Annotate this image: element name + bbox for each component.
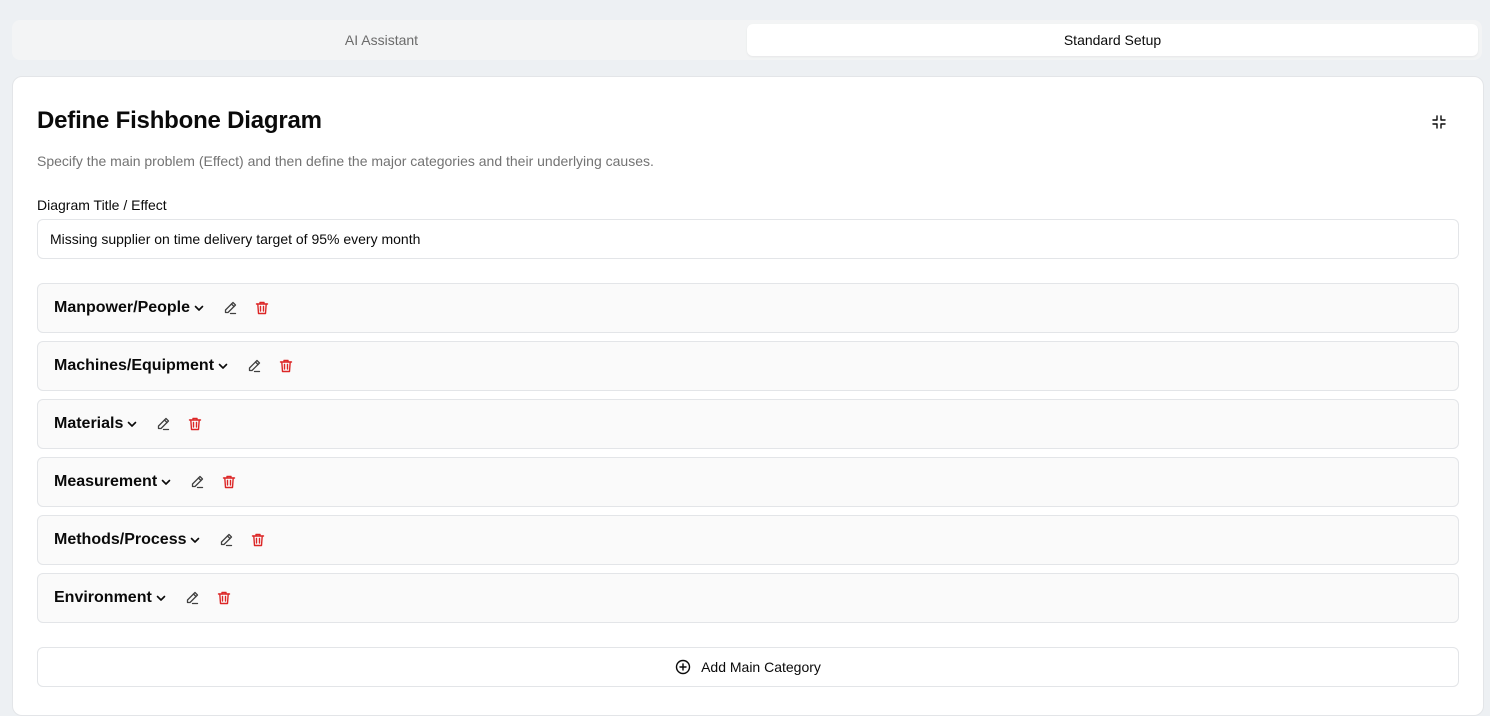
effect-label: Diagram Title / Effect	[37, 197, 167, 213]
edit-category-button[interactable]	[212, 526, 240, 554]
category-row: Methods/Process	[37, 515, 1459, 565]
tab-ai-assistant[interactable]: AI Assistant	[16, 24, 747, 56]
pencil-icon	[248, 359, 261, 373]
edit-category-button[interactable]	[240, 352, 268, 380]
chevron-down-icon	[161, 479, 171, 485]
category-list: Manpower/People Machines/Equipment Mater…	[37, 283, 1459, 631]
delete-category-button[interactable]	[215, 468, 243, 496]
category-row: Measurement	[37, 457, 1459, 507]
trash-icon	[255, 301, 269, 315]
category-toggle[interactable]: Manpower/People	[54, 299, 206, 317]
category-row: Environment	[37, 573, 1459, 623]
edit-category-button[interactable]	[178, 584, 206, 612]
trash-icon	[222, 475, 236, 489]
category-toggle[interactable]: Environment	[54, 589, 168, 607]
pencil-icon	[158, 417, 170, 431]
trash-icon	[279, 359, 293, 373]
collapse-button[interactable]	[1427, 110, 1451, 134]
page-title: Define Fishbone Diagram	[37, 107, 322, 134]
category-name: Environment	[54, 589, 152, 606]
edit-category-button[interactable]	[149, 410, 177, 438]
category-name: Machines/Equipment	[54, 357, 215, 374]
chevron-down-icon	[218, 363, 228, 369]
category-name: Materials	[54, 415, 124, 432]
pencil-icon	[221, 533, 233, 547]
category-row: Machines/Equipment	[37, 341, 1459, 391]
category-row: Materials	[37, 399, 1459, 449]
setup-tabs: AI Assistant Standard Setup	[12, 20, 1482, 60]
category-toggle[interactable]: Machines/Equipment	[54, 357, 230, 375]
effect-input[interactable]	[37, 219, 1459, 259]
delete-category-button[interactable]	[248, 294, 276, 322]
category-toggle[interactable]: Measurement	[54, 473, 173, 491]
category-toggle[interactable]: Methods/Process	[54, 531, 202, 549]
trash-icon	[189, 417, 202, 431]
delete-category-button[interactable]	[181, 410, 209, 438]
category-toggle[interactable]: Materials	[54, 415, 139, 433]
category-name: Manpower/People	[54, 299, 191, 316]
pencil-icon	[186, 591, 198, 605]
category-name: Measurement	[54, 473, 158, 490]
category-name: Methods/Process	[54, 531, 187, 548]
category-row: Manpower/People	[37, 283, 1459, 333]
delete-category-button[interactable]	[272, 352, 300, 380]
trash-icon	[217, 591, 230, 605]
fishbone-setup-card: Define Fishbone Diagram Specify the main…	[12, 76, 1484, 716]
edit-category-button[interactable]	[183, 468, 211, 496]
minimize-icon	[1432, 115, 1446, 129]
add-main-category-label: Add Main Category	[701, 659, 821, 675]
pencil-icon	[224, 301, 237, 315]
chevron-down-icon	[128, 421, 137, 427]
delete-category-button[interactable]	[244, 526, 272, 554]
chevron-down-icon	[191, 537, 200, 543]
trash-icon	[252, 533, 265, 547]
chevron-down-icon	[194, 305, 204, 311]
chevron-down-icon	[156, 595, 166, 601]
edit-category-button[interactable]	[216, 294, 244, 322]
plus-circle-icon	[675, 659, 691, 675]
page-description: Specify the main problem (Effect) and th…	[37, 153, 654, 169]
add-main-category-button[interactable]: Add Main Category	[37, 647, 1459, 687]
delete-category-button[interactable]	[210, 584, 238, 612]
pencil-icon	[192, 475, 204, 489]
tab-standard-setup[interactable]: Standard Setup	[747, 24, 1478, 56]
